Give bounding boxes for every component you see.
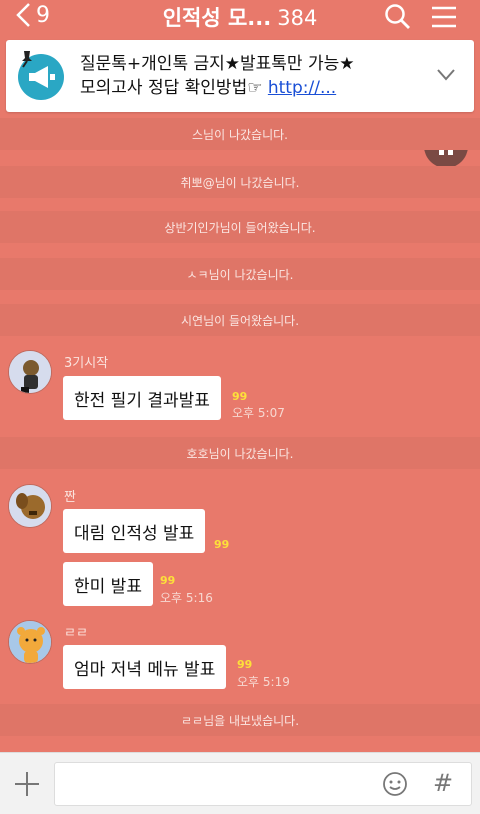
- sender-name: ㄹㄹ: [64, 626, 88, 641]
- menu-icon[interactable]: [430, 5, 458, 29]
- unread-count: 99: [237, 658, 253, 671]
- message-bubble[interactable]: 한전 필기 결과발표: [63, 376, 221, 420]
- message-bubble[interactable]: 엄마 저녁 메뉴 발표: [63, 645, 227, 689]
- sender-name: 3기시작: [64, 356, 109, 371]
- message-input-bar: #: [0, 752, 480, 814]
- message-input[interactable]: [54, 762, 472, 806]
- system-message: ㅅㅋ님이 나갔습니다.: [0, 258, 480, 290]
- chat-header: 9 인적성 모... 384: [0, 0, 480, 34]
- avatar[interactable]: [8, 484, 52, 528]
- chevron-down-icon[interactable]: [436, 68, 456, 82]
- message-bubble[interactable]: 대림 인적성 발표: [63, 509, 206, 553]
- hash-button[interactable]: #: [432, 768, 454, 798]
- chat-room-name: 인적성 모...: [162, 6, 272, 30]
- plus-icon[interactable]: [14, 771, 40, 797]
- notice-line-2: 모의고사 정답 확인방법☞: [80, 78, 268, 98]
- emoji-icon[interactable]: [382, 771, 408, 797]
- pin-icon: [22, 51, 32, 68]
- system-message: 취뽀@님이 나갔습니다.: [0, 166, 480, 198]
- unread-count: 99: [232, 390, 248, 403]
- notice-link[interactable]: http://...: [268, 78, 336, 98]
- notice-banner[interactable]: 질문톡+개인톡 금지★발표톡만 가능★ 모의고사 정답 확인방법☞ http:/…: [6, 40, 474, 112]
- unread-count: 99: [214, 538, 230, 551]
- system-message: 호호님이 나갔습니다.: [0, 437, 480, 469]
- system-message: 스님이 나갔습니다.: [0, 118, 480, 150]
- member-count: 384: [277, 6, 318, 30]
- message-time: 오후 5:07: [232, 406, 285, 420]
- system-message: 시연님이 들어왔습니다.: [0, 304, 480, 336]
- message-bubble[interactable]: 한미 발표: [63, 562, 153, 606]
- search-icon[interactable]: [384, 3, 412, 31]
- sender-name: 짠: [64, 490, 76, 505]
- message-time: 오후 5:19: [237, 675, 290, 689]
- dog-avatar-icon: [9, 485, 51, 527]
- message-time: 오후 5:16: [160, 591, 213, 605]
- notice-line-1: 질문톡+개인톡 금지★발표톡만 가능★: [80, 54, 355, 74]
- lion-avatar-icon: [9, 621, 51, 663]
- bear-avatar-icon: [9, 351, 51, 393]
- system-message: 상반기인가님이 들어왔습니다.: [0, 211, 480, 243]
- avatar[interactable]: [8, 350, 52, 394]
- notice-text: 질문톡+개인톡 금지★발표톡만 가능★ 모의고사 정답 확인방법☞ http:/…: [80, 52, 430, 100]
- avatar[interactable]: [8, 620, 52, 664]
- system-message: ㄹㄹ님을 내보냈습니다.: [0, 704, 480, 736]
- unread-count: 99: [160, 574, 176, 587]
